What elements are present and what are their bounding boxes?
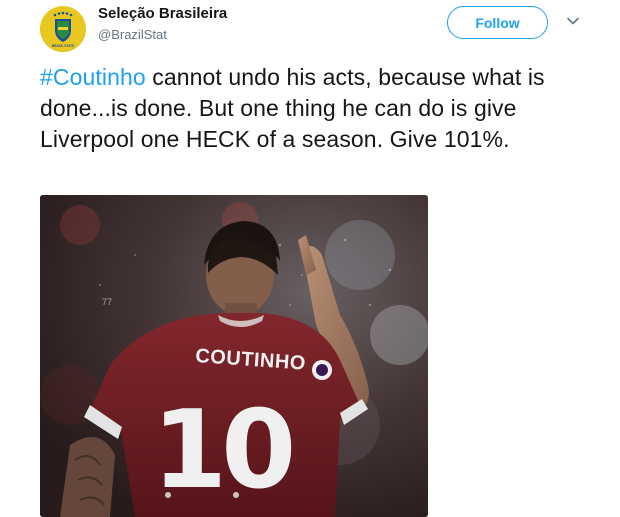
tweet-photo[interactable]: 77 COUTINHO 10 bbox=[40, 195, 428, 517]
user-handle[interactable]: @BrazilStat bbox=[98, 27, 167, 42]
chevron-down-icon[interactable] bbox=[566, 14, 580, 28]
hashtag-link[interactable]: #Coutinho bbox=[40, 64, 146, 90]
tweet-text: #Coutinho cannot undo his acts, because … bbox=[40, 62, 600, 155]
player-photo-illustration: 77 COUTINHO 10 bbox=[40, 195, 428, 517]
avatar[interactable]: BRAZIL STATS bbox=[40, 6, 86, 52]
cbf-crest-icon: BRAZIL STATS bbox=[41, 7, 85, 51]
display-name[interactable]: Seleção Brasileira bbox=[98, 5, 227, 22]
follow-button[interactable]: Follow bbox=[447, 6, 548, 39]
avatar-label: BRAZIL STATS bbox=[52, 44, 75, 48]
tweet-card: BRAZIL STATS Seleção Brasileira @BrazilS… bbox=[0, 0, 620, 517]
